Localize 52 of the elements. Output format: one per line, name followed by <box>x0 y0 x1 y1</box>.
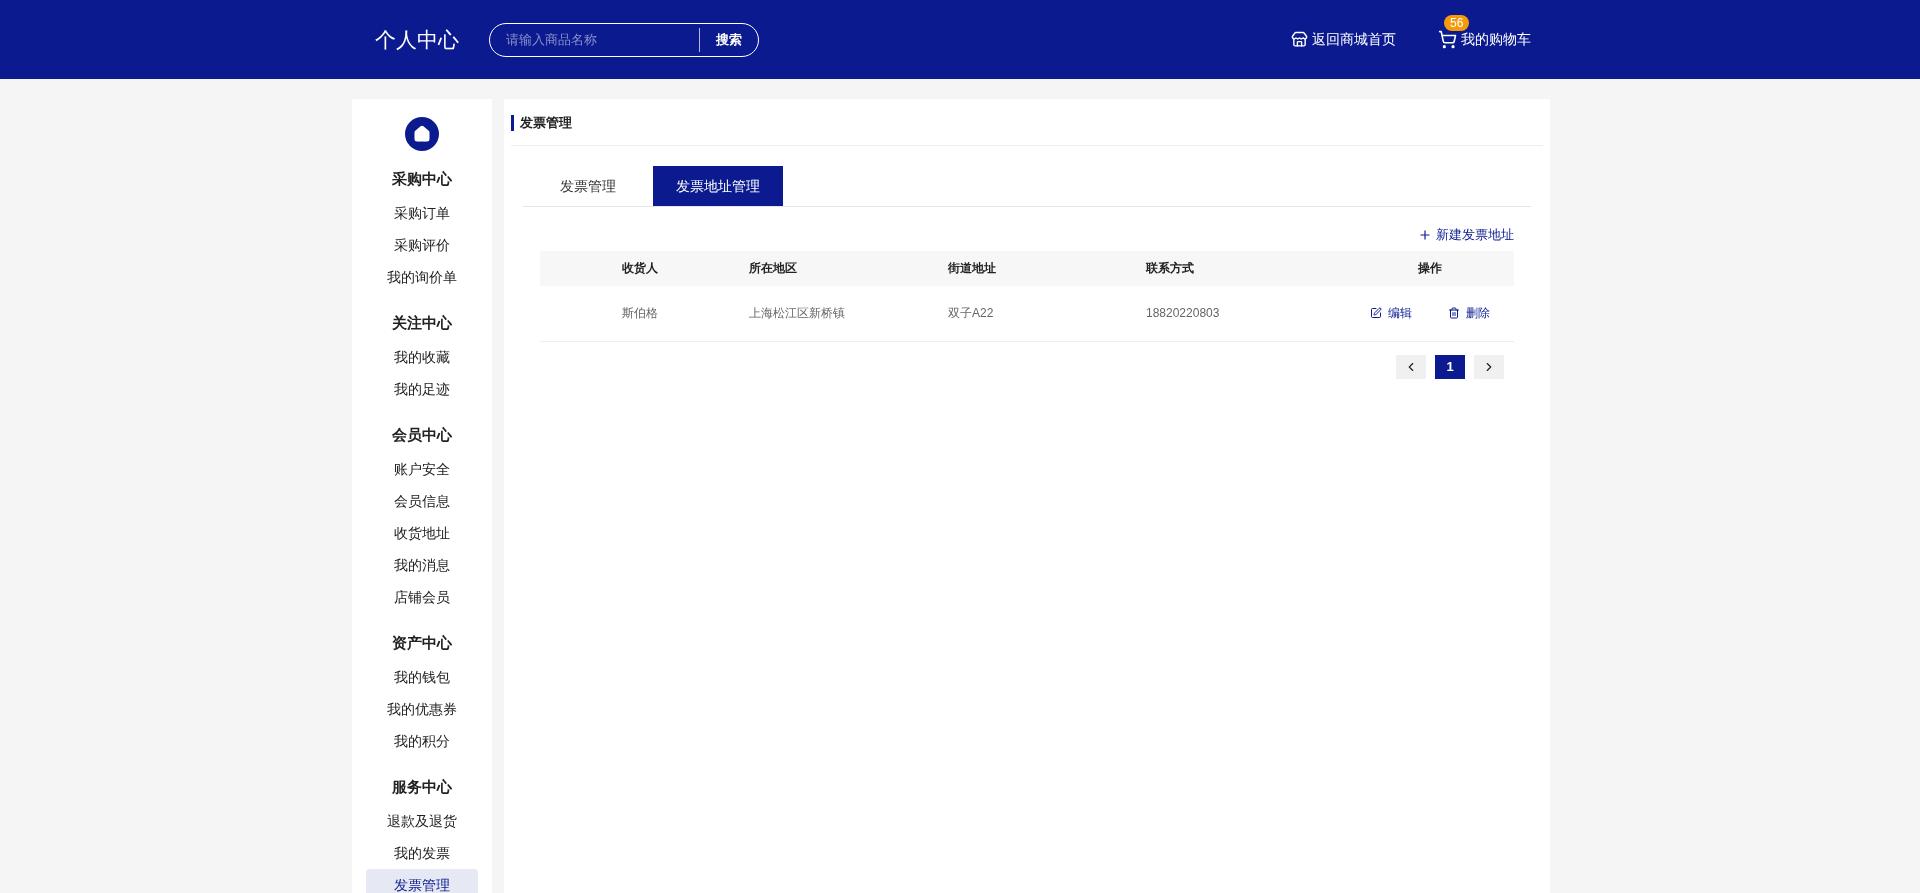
column-header: 联系方式 <box>1146 261 1194 275</box>
sidebar-heading: 关注中心 <box>392 313 452 333</box>
sidebar-item[interactable]: 采购订单 <box>366 197 478 229</box>
plus-icon <box>1418 227 1432 242</box>
title-accent-bar <box>511 115 514 131</box>
search-input[interactable]: 请输入商品名称 <box>490 29 699 50</box>
store-icon <box>1291 31 1308 48</box>
column-header: 收货人 <box>622 261 658 275</box>
tab[interactable]: 发票管理 <box>523 166 653 206</box>
tab[interactable]: 发票地址管理 <box>653 166 783 206</box>
trash-icon <box>1448 307 1460 319</box>
cart-count-badge: 56 <box>1444 15 1470 31</box>
table-cell: 双子A22 <box>948 306 994 320</box>
sidebar-item[interactable]: 我的消息 <box>366 549 478 581</box>
home-icon <box>405 117 439 151</box>
edit-icon <box>1370 307 1382 319</box>
cart-link[interactable]: 我的购物车 <box>1438 29 1531 50</box>
sidebar-item[interactable]: 退款及退货 <box>366 805 478 837</box>
sidebar-item[interactable]: 我的足迹 <box>366 373 478 405</box>
sidebar-heading: 会员中心 <box>392 425 452 445</box>
home-link[interactable]: 返回商城首页 <box>1291 29 1396 50</box>
delete-link[interactable]: 删除 <box>1448 304 1490 322</box>
sidebar-item[interactable]: 店铺会员 <box>366 581 478 613</box>
section-title: 发票管理 <box>520 114 572 133</box>
previous-page-button[interactable] <box>1396 354 1426 379</box>
column-header: 所在地区 <box>749 261 797 275</box>
sidebar-heading: 资产中心 <box>392 633 452 653</box>
sidebar-item[interactable]: 我的询价单 <box>366 261 478 293</box>
sidebar-heading: 采购中心 <box>392 169 452 189</box>
sidebar-item[interactable]: 会员信息 <box>366 485 478 517</box>
column-header: 街道地址 <box>948 261 996 275</box>
table-cell: 18820220803 <box>1146 306 1220 320</box>
new-address-button[interactable]: 新建发票地址 <box>1418 225 1514 245</box>
search-button[interactable]: 搜索 <box>700 29 758 50</box>
sidebar-item[interactable]: 发票管理 <box>366 869 478 893</box>
edit-link[interactable]: 编辑 <box>1370 304 1412 322</box>
sidebar-item[interactable]: 采购评价 <box>366 229 478 261</box>
sidebar-item[interactable]: 我的优惠券 <box>366 693 478 725</box>
sidebar-heading: 服务中心 <box>392 777 452 797</box>
page-title: 个人中心 <box>375 26 459 53</box>
sidebar-item[interactable]: 账户安全 <box>366 453 478 485</box>
page-button[interactable]: 1 <box>1435 354 1465 379</box>
table-cell: 上海松江区新桥镇 <box>749 306 845 320</box>
sidebar-item[interactable]: 我的发票 <box>366 837 478 869</box>
next-page-button[interactable] <box>1474 354 1504 379</box>
sidebar-item[interactable]: 我的收藏 <box>366 341 478 373</box>
column-header: 操作 <box>1418 261 1442 275</box>
cart-icon <box>1438 30 1457 49</box>
sidebar-item[interactable]: 我的钱包 <box>366 661 478 693</box>
sidebar-item[interactable]: 收货地址 <box>366 517 478 549</box>
sidebar-item[interactable]: 我的积分 <box>366 725 478 757</box>
table-cell: 斯伯格 <box>622 306 658 320</box>
